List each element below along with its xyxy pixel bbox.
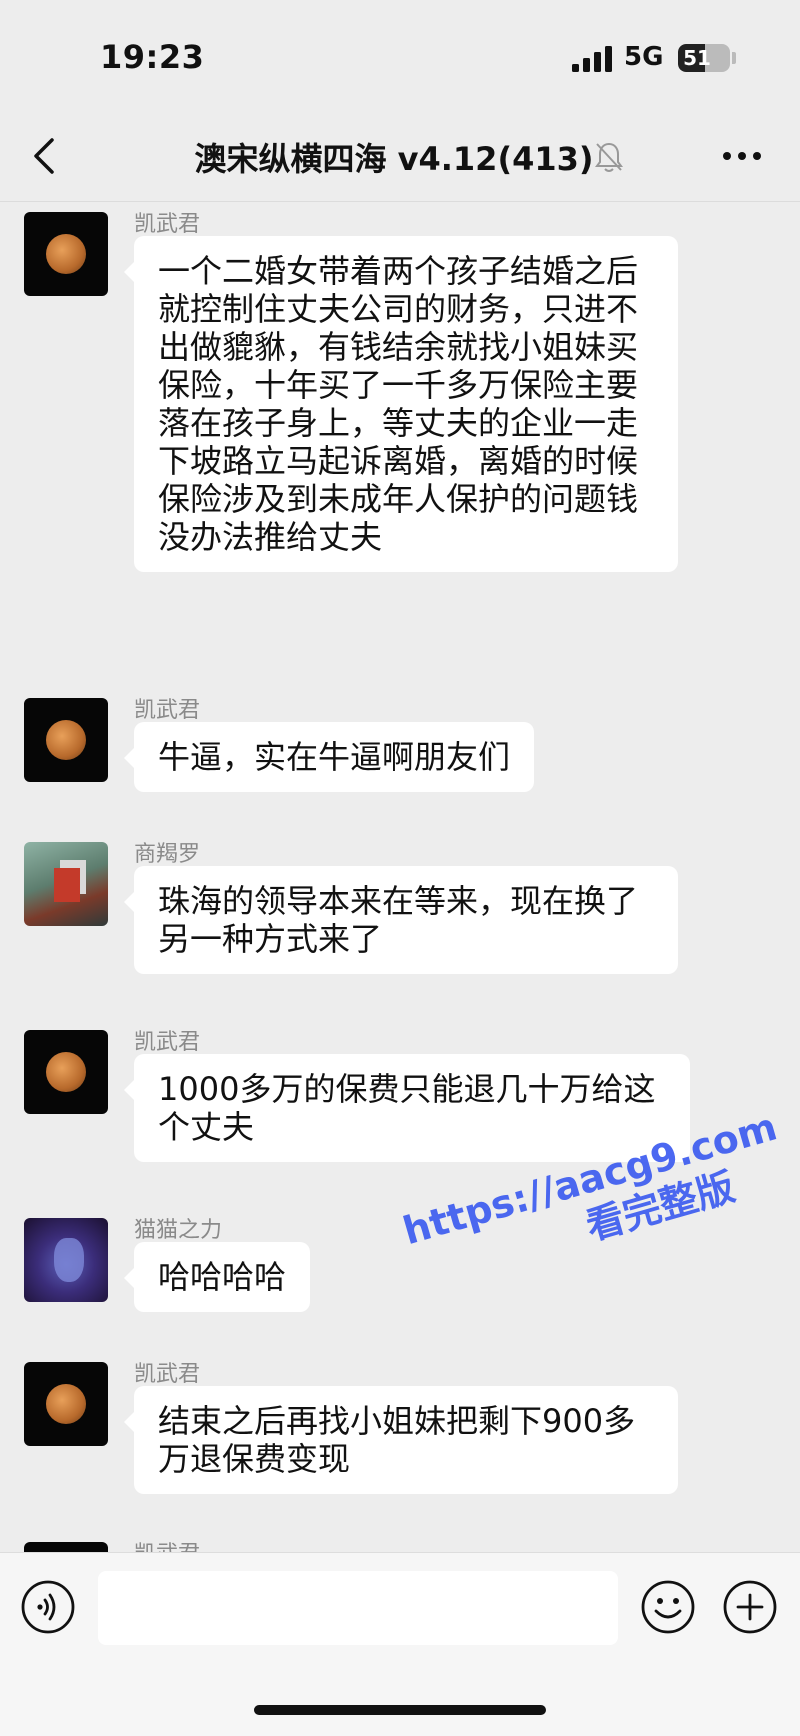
voice-icon[interactable] (20, 1579, 76, 1635)
sender-name: 猫猫之力 (134, 1218, 223, 1243)
chat-title: 澳宋纵横四海 v4.12(413) (194, 140, 594, 178)
plus-icon[interactable] (722, 1579, 778, 1635)
avatar[interactable] (24, 842, 108, 926)
more-dots-icon[interactable] (722, 150, 762, 162)
status-bar: 19:23 5G 51 (0, 0, 800, 110)
sender-name: 凯武君 (134, 212, 201, 237)
network-type: 5G (624, 42, 664, 72)
status-time: 19:23 (100, 38, 205, 76)
avatar[interactable] (24, 1218, 108, 1302)
home-indicator[interactable] (254, 1705, 546, 1715)
message-bubble[interactable]: 一个二婚女带着两个孩子结婚之后就控制住丈夫公司的财务，只进不出做貔貅，有钱结余就… (124, 236, 678, 572)
avatar[interactable] (24, 1542, 108, 1552)
chat-header: 澳宋纵横四海 v4.12(413) (0, 110, 800, 202)
sender-name: 凯武君 (134, 1030, 201, 1055)
message-bubble[interactable]: 牛逼，实在牛逼啊朋友们 (123, 722, 535, 792)
battery-icon: 51 (678, 44, 730, 72)
sender-name: 凯武君 (134, 1362, 201, 1387)
sender-name: 商羯罗 (134, 842, 201, 867)
avatar[interactable] (24, 212, 108, 296)
message-list[interactable]: 凯武君 一个二婚女带着两个孩子结婚之后就控制住丈夫公司的财务，只进不出做貔貅，有… (0, 202, 800, 1552)
sender-name: 凯武君 (134, 698, 201, 723)
message-input[interactable] (98, 1571, 618, 1645)
signal-icon (572, 46, 612, 72)
avatar[interactable] (24, 698, 108, 782)
message-bubble[interactable]: 哈哈哈哈 (123, 1242, 311, 1312)
avatar[interactable] (24, 1030, 108, 1114)
emoji-icon[interactable] (640, 1579, 696, 1635)
battery-cap (732, 52, 736, 64)
message-bubble[interactable]: 结束之后再找小姐妹把剩下900多万退保费变现 (124, 1386, 678, 1494)
bell-off-icon (595, 142, 623, 172)
sender-name: 凯武君 (134, 1536, 200, 1552)
input-bar (0, 1552, 800, 1736)
battery-level: 51 (683, 46, 711, 70)
message-bubble[interactable]: 珠海的领导本来在等来，现在换了另一种方式来了 (124, 866, 678, 974)
message-bubble[interactable]: 1000多万的保费只能退几十万给这个丈夫 (124, 1054, 690, 1162)
avatar[interactable] (24, 1362, 108, 1446)
